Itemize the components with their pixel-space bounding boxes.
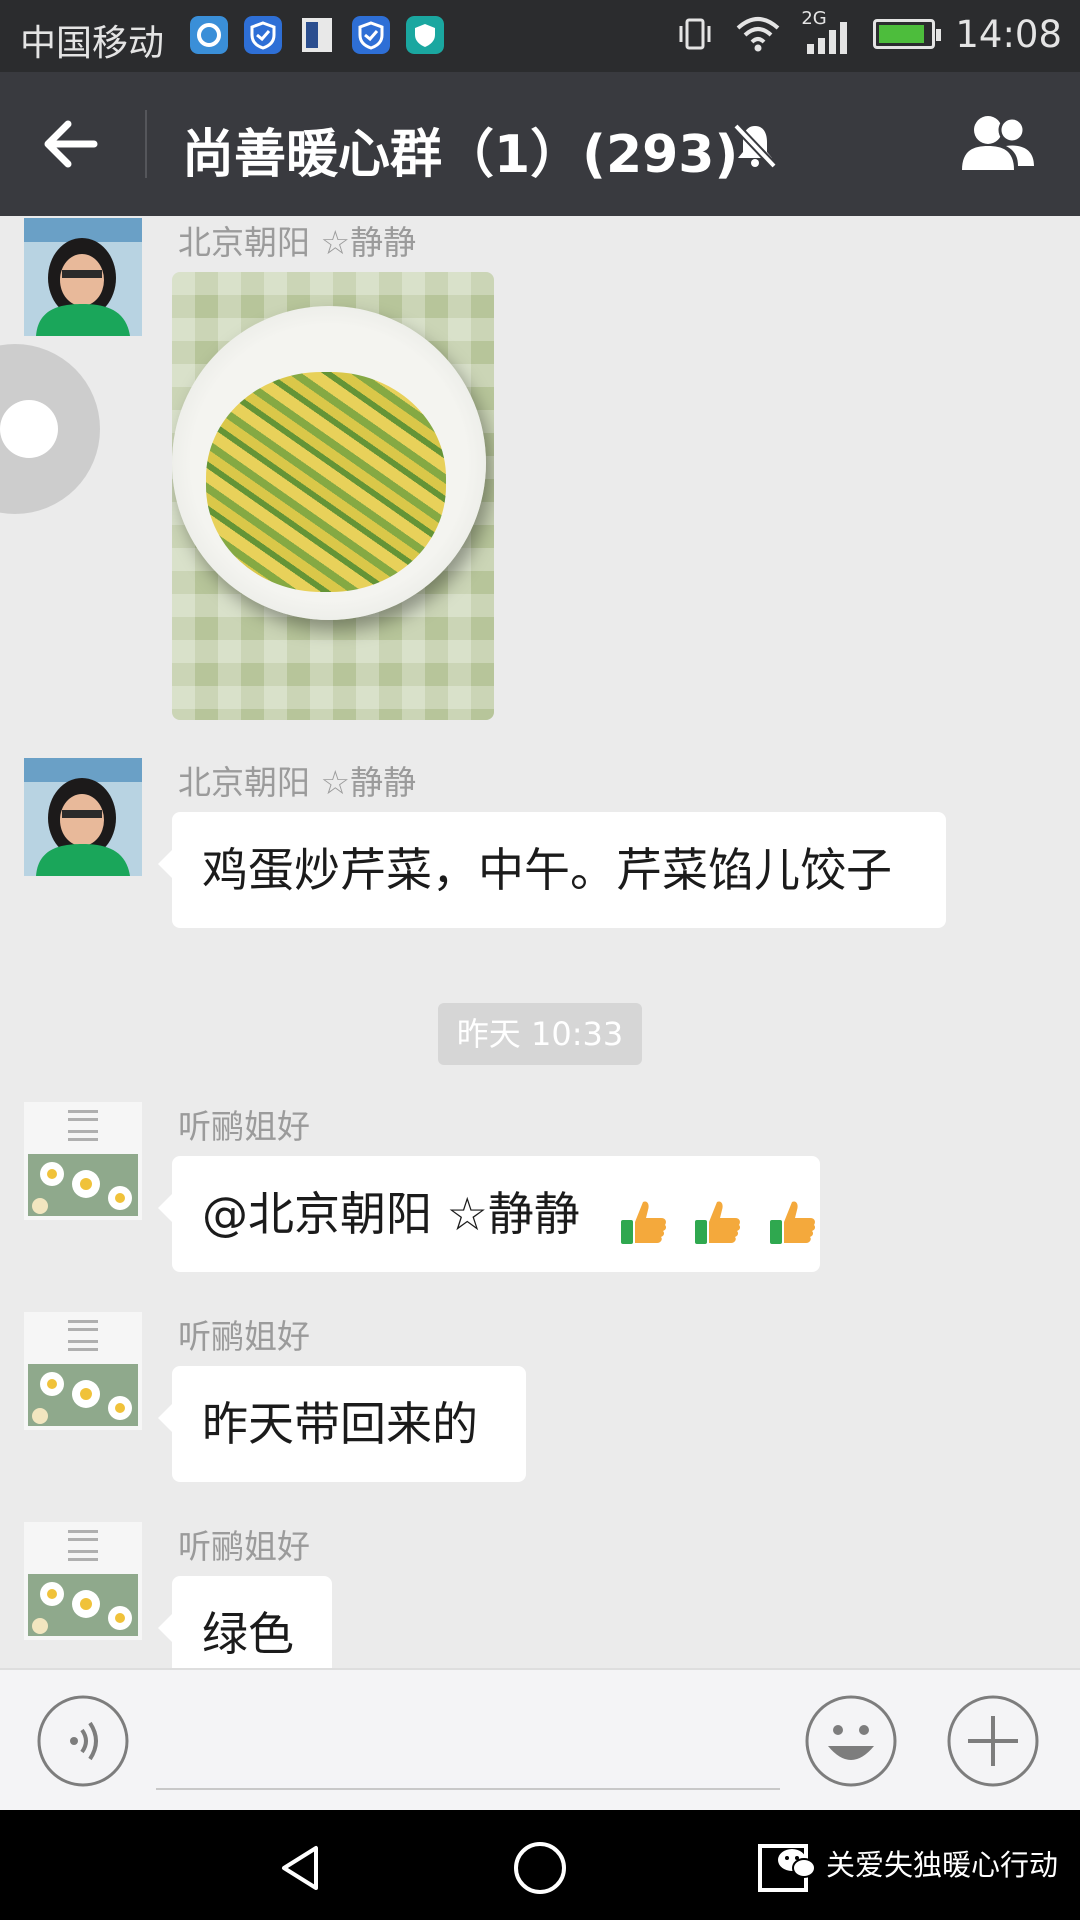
voice-icon[interactable]: [36, 1694, 130, 1788]
message-image: 北京朝阳 ☆静静: [0, 216, 1080, 726]
avatar[interactable]: [24, 1312, 142, 1430]
shield-icon: [244, 16, 282, 54]
sender-name: 听鹂姐好: [178, 1317, 310, 1356]
sender-name: 听鹂姐好: [178, 1107, 310, 1146]
avatar-flowers-image: [24, 1312, 142, 1430]
wifi-icon: [737, 17, 780, 52]
title-bar: 尚善暖心群（1）(293): [0, 72, 1080, 216]
notification-icons: [190, 16, 444, 54]
group-members-icon[interactable]: [954, 108, 1042, 180]
message-text: 绿色: [202, 1607, 294, 1661]
watermark-text: 关爱失独暖心行动: [826, 1848, 1059, 1882]
vibrate-icon: [679, 18, 711, 50]
thumbs-up-icon: [695, 1201, 741, 1244]
plus-icon[interactable]: [946, 1694, 1040, 1788]
title-divider: [145, 110, 147, 178]
avatar[interactable]: [24, 758, 142, 876]
input-bar: [0, 1668, 1080, 1810]
message-text: 听鹂姐好 @北京朝阳 ☆静静: [0, 1100, 1080, 1280]
nav-back-icon[interactable]: [272, 1838, 332, 1898]
message-text: 昨天带回来的: [202, 1397, 478, 1451]
food-image: [206, 372, 446, 592]
back-arrow-icon[interactable]: [28, 108, 118, 180]
sender-name: 听鹂姐好: [178, 1527, 310, 1566]
status-right: 2G 14:08: [675, 8, 1062, 56]
sender-name: 北京朝阳 ☆静静: [178, 223, 417, 262]
message-bubble[interactable]: 鸡蛋炒芹菜，中午。芹菜馅儿饺子: [158, 812, 946, 928]
message-text: 听鹂姐好 昨天带回来的: [0, 1310, 1080, 1490]
avatar-flowers-image: [24, 1102, 142, 1220]
signal-indicator: 2G: [801, 8, 853, 56]
plate-image: [172, 306, 486, 620]
security-icon: [406, 16, 444, 54]
chat-messages[interactable]: 北京朝阳 ☆静静 北京朝阳 ☆静静 鸡蛋炒芹菜，中午。芹菜馅儿饺子 昨天 10:…: [0, 216, 1080, 1668]
signal-icon: [807, 22, 848, 54]
carrier-name: 中国移动: [20, 23, 165, 64]
battery-icon: [873, 19, 942, 49]
shield-icon: [352, 16, 390, 54]
thumbs-up-icon: [620, 1201, 666, 1244]
avatar-flowers-image: [24, 1522, 142, 1640]
message-text: 听鹂姐好 绿色: [0, 1520, 1080, 1668]
message-bubble[interactable]: 昨天带回来的: [158, 1366, 526, 1482]
sender-name: 北京朝阳 ☆静静: [178, 763, 417, 802]
avatar[interactable]: [24, 218, 142, 336]
navigation-bar: 关爱失独暖心行动: [0, 1810, 1080, 1920]
avatar[interactable]: [24, 1102, 142, 1220]
floating-assistive-button[interactable]: [0, 344, 100, 514]
status-bar: 中国移动 2G 14:08: [0, 0, 1080, 72]
chat-title: 尚善暖心群（1）(293): [182, 125, 739, 185]
nav-home-icon[interactable]: [510, 1838, 570, 1898]
image-message[interactable]: [172, 272, 494, 720]
message-text: @北京朝阳 ☆静静: [202, 1187, 580, 1241]
sim-icon: [302, 18, 332, 52]
thumbs-up-icon: [769, 1201, 815, 1244]
clock: 14:08: [955, 12, 1062, 56]
emoji-group: [611, 1160, 820, 1276]
avatar-photo: [24, 758, 142, 876]
avatar-photo: [24, 218, 142, 336]
message-text: 北京朝阳 ☆静静 鸡蛋炒芹菜，中午。芹菜馅儿饺子: [0, 756, 1080, 936]
avatar[interactable]: [24, 1522, 142, 1640]
message-bubble[interactable]: 绿色: [158, 1576, 332, 1668]
watermark: 关爱失独暖心行动: [776, 1842, 1058, 1884]
time-divider: 昨天 10:33: [438, 1003, 642, 1065]
message-bubble[interactable]: @北京朝阳 ☆静静: [158, 1156, 820, 1272]
mute-bell-icon: [733, 123, 777, 169]
message-input[interactable]: [156, 1788, 780, 1790]
browser-icon: [190, 16, 228, 54]
message-text: 鸡蛋炒芹菜，中午。芹菜馅儿饺子: [202, 843, 892, 897]
wechat-icon: [778, 1849, 816, 1878]
smiley-icon[interactable]: [804, 1694, 898, 1788]
